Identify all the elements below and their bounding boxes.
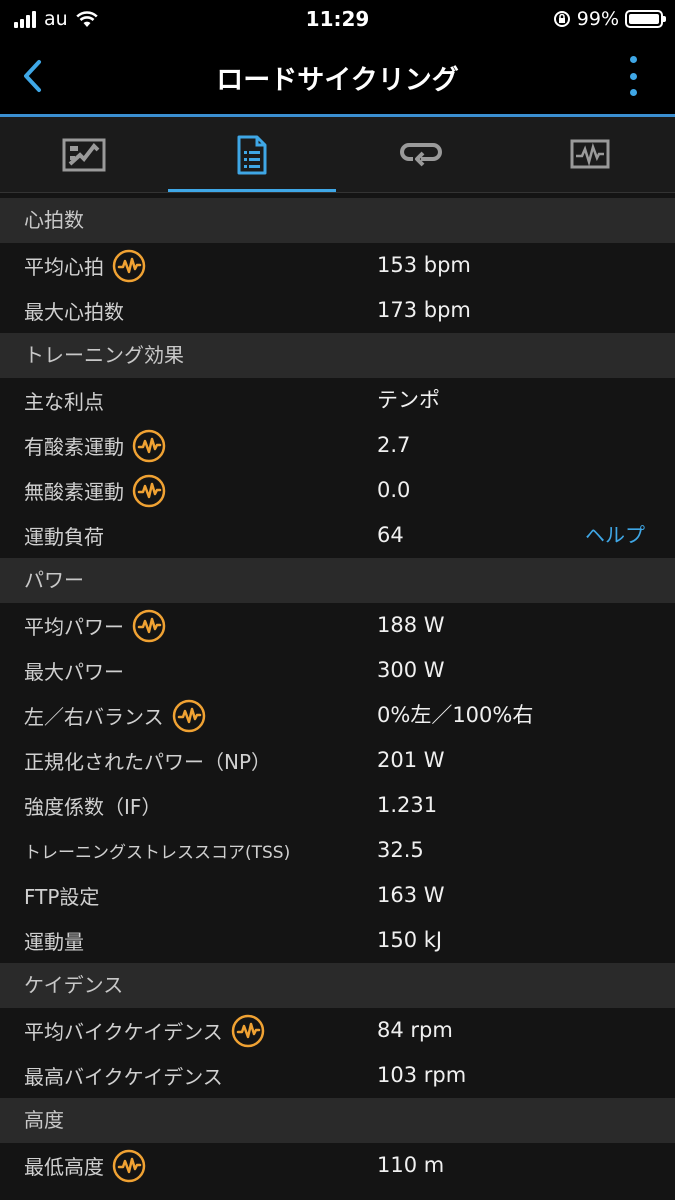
vertical-ellipsis-icon (629, 56, 637, 63)
activity-details: 心拍数 平均心拍 153 bpm 最大心拍数 173 bpm トレーニング効果 … (0, 198, 675, 1188)
performance-metric-icon[interactable] (132, 609, 166, 643)
row-label: 左／右バランス (24, 705, 164, 729)
row-ftp: FTP設定 163 W (0, 873, 675, 918)
row-value: 84 rpm (377, 1018, 453, 1042)
row-label: 平均パワー (24, 615, 124, 639)
row-value: 300 W (377, 658, 445, 682)
row-label: トレーニングストレススコア(TSS) (24, 843, 291, 863)
section-header-heart-rate: 心拍数 (0, 198, 675, 243)
row-training-load: 運動負荷 64 ヘルプ (0, 513, 675, 558)
battery-icon (625, 10, 666, 28)
row-label: 平均心拍 (24, 255, 104, 279)
row-value: 103 rpm (377, 1063, 467, 1087)
help-link[interactable]: ヘルプ (585, 513, 645, 558)
nav-bar: ロードサイクリング (0, 38, 675, 114)
row-avg-power: 平均パワー 188 W (0, 603, 675, 648)
row-primary-benefit: 主な利点 テンポ (0, 378, 675, 423)
performance-metric-icon[interactable] (172, 699, 206, 733)
row-value: 163 W (377, 883, 445, 907)
row-label: 運動負荷 (24, 525, 104, 549)
row-label: FTP設定 (24, 885, 100, 909)
tab-graphs[interactable] (506, 117, 674, 192)
row-avg-heart-rate: 平均心拍 153 bpm (0, 243, 675, 288)
more-options-button[interactable] (621, 56, 645, 96)
section-header-cadence: ケイデンス (0, 963, 675, 1008)
details-list-icon (237, 135, 267, 174)
section-header-power: パワー (0, 558, 675, 603)
row-label: 最低高度 (24, 1155, 104, 1179)
section-header-elevation: 高度 (0, 1098, 675, 1143)
row-label: 強度係数（IF） (24, 795, 162, 819)
section-header-training-effect: トレーニング効果 (0, 333, 675, 378)
row-value: 0.0 (377, 478, 411, 502)
row-max-heart-rate: 最大心拍数 173 bpm (0, 288, 675, 333)
orientation-lock-icon (553, 11, 570, 27)
row-label: 主な利点 (24, 390, 104, 414)
row-value: 110 m (377, 1153, 445, 1177)
row-tss: トレーニングストレススコア(TSS) 32.5 (0, 828, 675, 873)
row-normalized-power: 正規化されたパワー（NP） 201 W (0, 738, 675, 783)
tab-details[interactable] (168, 117, 336, 192)
row-value: 173 bpm (377, 298, 471, 322)
row-min-elevation: 最低高度 110 m (0, 1143, 675, 1188)
row-lr-balance: 左／右バランス 0%左／100%右 (0, 693, 675, 738)
row-label: 最大心拍数 (24, 300, 124, 324)
row-value: 153 bpm (377, 253, 471, 277)
row-anaerobic: 無酸素運動 0.0 (0, 468, 675, 513)
row-label: 最大パワー (24, 660, 124, 684)
row-value: 150 kJ (377, 928, 443, 952)
row-label: 正規化されたパワー（NP） (24, 750, 272, 774)
row-work: 運動量 150 kJ (0, 918, 675, 963)
row-max-power: 最大パワー 300 W (0, 648, 675, 693)
map-icon (62, 138, 106, 171)
row-label: 有酸素運動 (24, 435, 124, 459)
row-aerobic: 有酸素運動 2.7 (0, 423, 675, 468)
row-label: 運動量 (24, 930, 84, 954)
tab-laps[interactable] (337, 117, 505, 192)
tab-bar (0, 117, 675, 193)
performance-metric-icon[interactable] (132, 429, 166, 463)
row-value: 2.7 (377, 433, 411, 457)
row-max-cadence: 最高バイクケイデンス 103 rpm (0, 1053, 675, 1098)
page-title: ロードサイクリング (216, 65, 459, 96)
row-label: 最高バイクケイデンス (24, 1065, 223, 1089)
row-label: 平均バイクケイデンス (24, 1020, 223, 1044)
graph-icon (570, 139, 610, 168)
row-value: テンポ (377, 388, 440, 412)
row-value: 64 (377, 523, 404, 547)
row-intensity-factor: 強度係数（IF） 1.231 (0, 783, 675, 828)
status-bar: au 11:29 99% (0, 0, 675, 38)
row-label: 無酸素運動 (24, 480, 124, 504)
performance-metric-icon[interactable] (112, 1149, 146, 1183)
performance-metric-icon[interactable] (112, 249, 146, 283)
performance-metric-icon[interactable] (132, 474, 166, 508)
laps-icon (400, 142, 442, 166)
battery-percent: 99% (576, 8, 619, 30)
row-value: 188 W (377, 613, 445, 637)
status-right: 99% (553, 8, 666, 30)
performance-metric-icon[interactable] (231, 1014, 265, 1048)
row-value: 0%左／100%右 (377, 703, 534, 727)
tab-map[interactable] (0, 117, 168, 192)
row-value: 1.231 (377, 793, 438, 817)
row-value: 201 W (377, 748, 445, 772)
row-avg-cadence: 平均バイクケイデンス 84 rpm (0, 1008, 675, 1053)
row-value: 32.5 (377, 838, 424, 862)
